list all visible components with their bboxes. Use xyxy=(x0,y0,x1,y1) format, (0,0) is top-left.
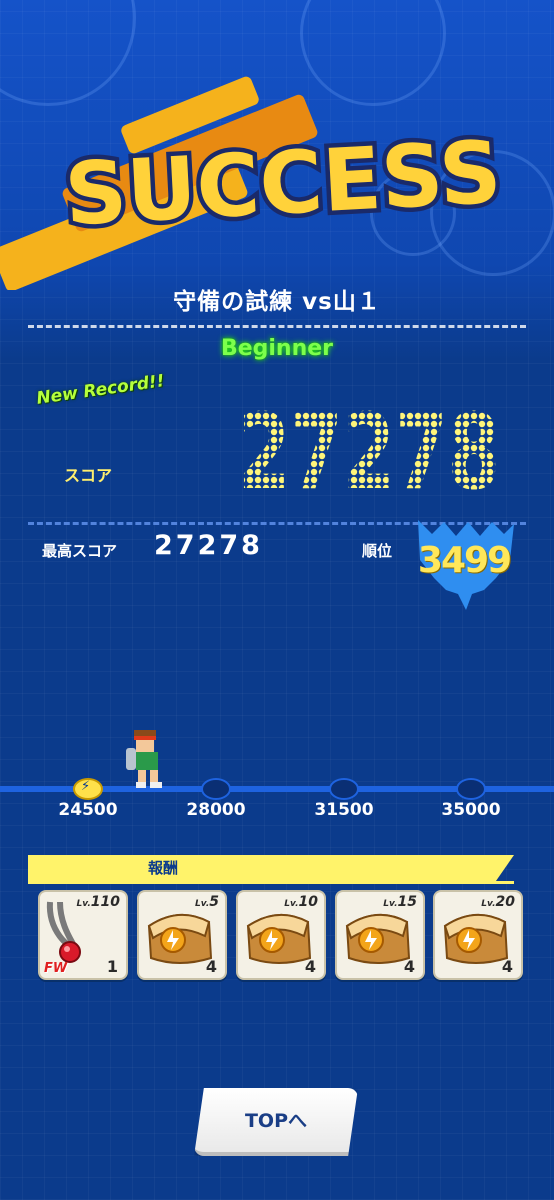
reward-count: 4 xyxy=(205,957,217,976)
position-tag: FW xyxy=(44,961,68,976)
rank-value: 3499 xyxy=(417,540,512,581)
stage-title: 守備の試練 vs山１ xyxy=(173,289,381,315)
reward-item[interactable]: Lv.110 1 FW xyxy=(38,890,128,980)
difficulty-label: Beginner xyxy=(220,336,334,361)
reward-count: 4 xyxy=(501,957,513,976)
score-digits: 27278 xyxy=(238,396,500,506)
milestone-node xyxy=(201,778,231,800)
title-divider xyxy=(28,325,526,328)
reward-item[interactable]: Lv.15 4 xyxy=(335,890,425,980)
lightning-icon: ⚡ xyxy=(81,779,91,794)
rank-label: 順位 xyxy=(362,542,393,560)
reward-item[interactable]: Lv.5 4 xyxy=(137,890,227,980)
milestone-node xyxy=(456,778,486,800)
success-text: SUCCESS xyxy=(62,123,503,246)
milestone-label: 31500 xyxy=(314,800,374,820)
milestone-node-reached: ⚡ xyxy=(73,778,103,800)
reward-level: Lv.15 xyxy=(383,894,417,910)
best-score-label: 最高スコア xyxy=(42,542,118,560)
success-title: SUCCESS xyxy=(58,118,508,250)
milestone-label: 24500 xyxy=(58,800,118,820)
reward-item[interactable]: Lv.20 4 xyxy=(433,890,523,980)
reward-level: Lv.110 xyxy=(76,894,120,910)
reward-level: Lv.20 xyxy=(481,894,515,910)
milestone-label: 35000 xyxy=(441,800,501,820)
score-label: スコア xyxy=(64,466,113,485)
reward-header: 報酬 xyxy=(147,859,178,877)
reward-count: 4 xyxy=(304,957,316,976)
milestone-label: 28000 xyxy=(186,800,246,820)
reward-count: 4 xyxy=(403,957,415,976)
best-score-value: 27278 xyxy=(154,530,263,561)
reward-header-line xyxy=(28,881,514,884)
reward-item[interactable]: Lv.10 4 xyxy=(236,890,326,980)
reward-level: Lv.5 xyxy=(194,894,219,910)
player-character xyxy=(126,730,162,788)
milestone-node xyxy=(329,778,359,800)
score-value: 27278 xyxy=(238,396,500,506)
top-button-label[interactable]: TOPへ xyxy=(194,1106,358,1133)
reward-level: Lv.10 xyxy=(284,894,318,910)
reward-count: 1 xyxy=(106,957,118,976)
